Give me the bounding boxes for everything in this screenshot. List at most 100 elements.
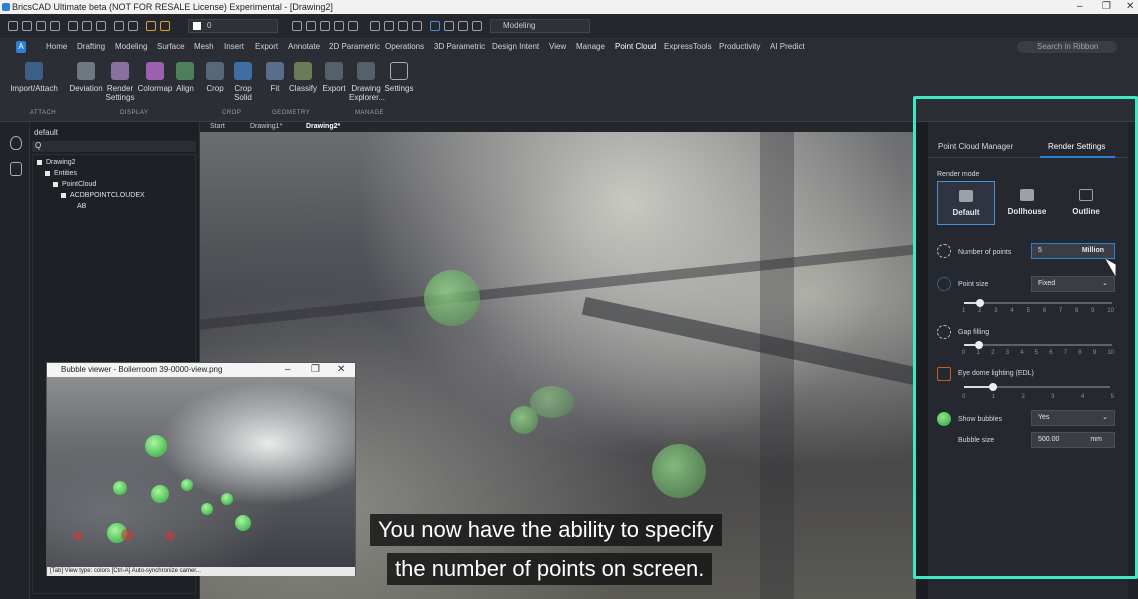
layer-lock-icon[interactable] [160,21,170,31]
quick-tool-icon[interactable] [472,21,482,31]
maximize-icon[interactable]: ❐ [311,363,320,377]
tab-manage[interactable]: Manage [576,42,605,51]
crop-icon [206,62,224,80]
deviation-button[interactable]: Deviation [68,62,104,93]
quick-access-toolbar: 0 Modeling [0,14,1138,39]
gear-icon [390,62,408,80]
quick-tool-icon[interactable] [384,21,394,31]
open-file-icon[interactable] [22,21,32,31]
app-menu-button[interactable]: A [16,41,26,53]
bubble-viewer-status: [Tab] View type: colors [Ctrl-A] Auto-sy… [47,567,355,576]
import-attach-button[interactable]: Import/Attach [4,62,64,93]
button-label: Crop Solid [234,84,252,102]
tab-point-cloud[interactable]: Point Cloud [615,42,656,51]
close-icon[interactable]: ✕ [337,363,345,377]
doc-tab-drawing2[interactable]: Drawing2* [306,122,340,132]
tree-node-drawing[interactable]: Drawing2 [37,159,76,166]
bubble-marker[interactable] [73,531,83,541]
tree-node-entities[interactable]: Entities [45,170,77,177]
quick-tool-icon[interactable] [320,21,330,31]
fit-button[interactable]: Fit [265,62,285,93]
quick-tool-icon[interactable] [458,21,468,31]
maximize-icon[interactable]: ❐ [1102,0,1111,14]
save-icon[interactable] [36,21,46,31]
tree-node-acdbpointcloudex[interactable]: ACDBPOINTCLOUDEX [61,192,145,199]
tree-node-ab[interactable]: AB [77,203,86,210]
quick-tool-icon[interactable] [398,21,408,31]
tab-operations[interactable]: Operations [385,42,424,51]
bubble-marker[interactable] [221,493,233,505]
minimize-icon[interactable]: – [1077,0,1083,14]
bubble-marker[interactable] [235,515,251,531]
highlight-frame [913,96,1138,579]
tab-productivity[interactable]: Productivity [719,42,760,51]
bubble-marker[interactable] [181,479,193,491]
doc-tab-drawing1[interactable]: Drawing1* [250,122,282,132]
tree-search-input[interactable]: Q [32,141,196,152]
tab-drafting[interactable]: Drafting [77,42,105,51]
align-button[interactable]: Align [173,62,197,93]
quick-tool-icon[interactable] [444,21,454,31]
classify-button[interactable]: Classify [287,62,319,93]
ribbon-group-crop: CROP [222,110,242,116]
quick-tool-icon[interactable] [370,21,380,31]
drawing-explorer-button[interactable]: Drawing Explorer... [349,62,385,102]
crop-solid-button[interactable]: Crop Solid [230,62,256,102]
tree-node-label: Entities [54,170,77,177]
save-as-icon[interactable] [50,21,60,31]
undo-icon[interactable] [114,21,124,31]
tab-export[interactable]: Export [255,42,278,51]
tab-3d-parametric[interactable]: 3D Parametric [434,42,485,51]
bubble-marker[interactable] [121,529,133,541]
tab-annotate[interactable]: Annotate [288,42,320,51]
button-label: Align [176,84,194,93]
plot-icon[interactable] [82,21,92,31]
crop-button[interactable]: Crop [203,62,227,93]
quick-tool-icon[interactable] [334,21,344,31]
layer-state-icon[interactable] [146,21,156,31]
settings-button[interactable]: Settings [384,62,414,93]
quick-tool-icon[interactable] [348,21,358,31]
tab-expresstools[interactable]: ExpressTools [664,42,712,51]
tab-home[interactable]: Home [46,42,67,51]
publish-icon[interactable] [96,21,106,31]
tab-2d-parametric[interactable]: 2D Parametric [329,42,380,51]
render-settings-button[interactable]: Render Settings [104,62,136,102]
colormap-button[interactable]: Colormap [136,62,174,93]
redo-icon[interactable] [128,21,138,31]
print-icon[interactable] [68,21,78,31]
layer-dropdown[interactable]: 0 [188,19,278,33]
minimize-icon[interactable]: – [285,363,291,377]
new-file-icon[interactable] [8,21,18,31]
tab-design-intent[interactable]: Design Intent [492,42,539,51]
bubble-marker[interactable] [530,386,574,418]
bubble-marker[interactable] [424,270,480,326]
bubble-marker[interactable] [151,485,169,503]
tab-surface[interactable]: Surface [157,42,185,51]
quick-tool-icon[interactable] [430,21,440,31]
quick-tool-icon[interactable] [306,21,316,31]
bubble-marker[interactable] [201,503,213,515]
tab-ai-predict[interactable]: AI Predict [770,42,805,51]
bubble-panorama-image[interactable] [47,377,355,567]
tree-node-pointcloud[interactable]: PointCloud [53,181,96,188]
bubble-marker[interactable] [113,481,127,495]
export-button[interactable]: Export [321,62,347,93]
ribbon-search-input[interactable]: Search in Ribbon [1017,41,1117,53]
quick-tool-icon[interactable] [292,21,302,31]
tab-modeling[interactable]: Modeling [115,42,147,51]
bubble-marker[interactable] [145,435,167,457]
tab-view[interactable]: View [549,42,566,51]
tab-mesh[interactable]: Mesh [194,42,214,51]
close-icon[interactable]: ✕ [1126,0,1134,14]
bubble-marker[interactable] [652,444,706,498]
doc-tab-start[interactable]: Start [210,122,225,132]
workspace-dropdown[interactable]: Modeling [490,19,590,33]
tree-node-label: Drawing2 [46,159,76,166]
tab-insert[interactable]: Insert [224,42,244,51]
quick-tool-icon[interactable] [412,21,422,31]
bubble-marker[interactable] [165,531,175,541]
bulb-icon[interactable] [10,136,22,150]
structure-icon[interactable] [10,162,22,176]
button-label: Crop [206,84,224,93]
